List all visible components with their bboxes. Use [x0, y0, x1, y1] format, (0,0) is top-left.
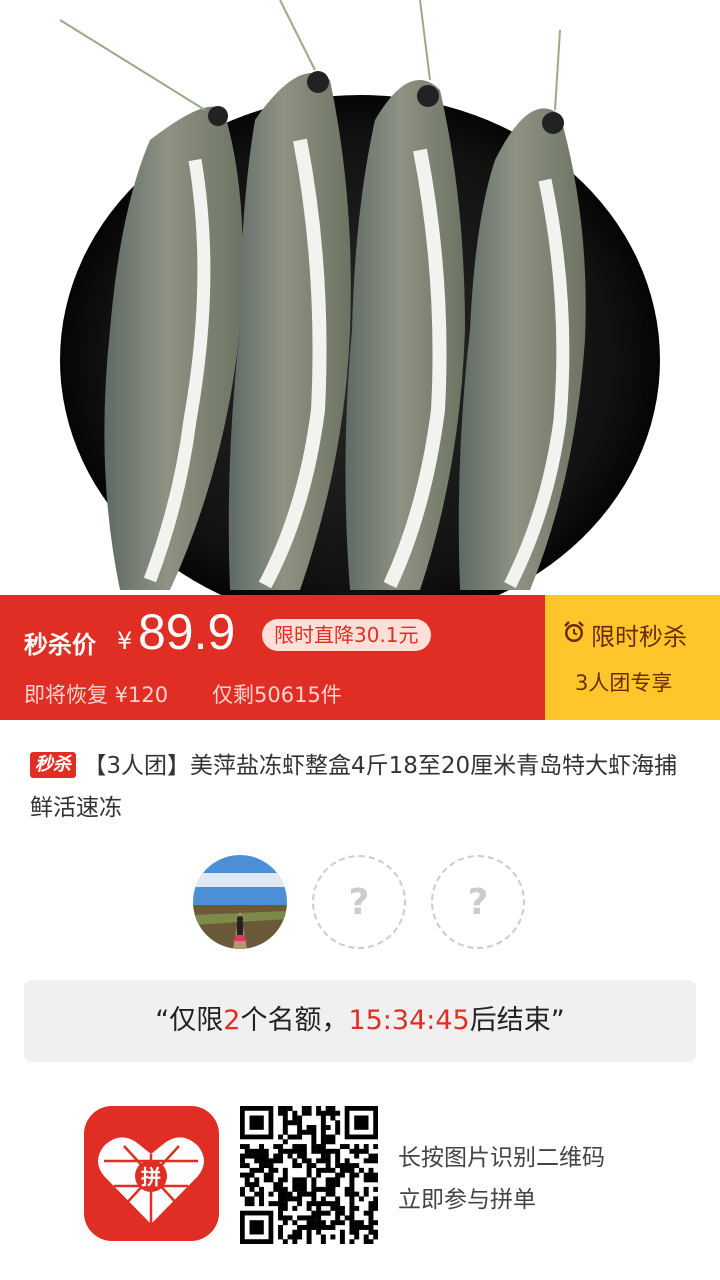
empty-member-slot: ?: [431, 855, 525, 949]
price-bar: 秒杀价 ¥ 89.9 限时直降30.1元 即将恢复 ¥120 仅剩50615件 …: [0, 595, 720, 720]
product-image: [0, 0, 720, 595]
flash-sale-title: 限时秒杀: [561, 617, 687, 652]
group-members: ? ?: [193, 855, 533, 951]
product-title-text: 【3人团】美萍盐冻虾整盒4斤18至20厘米青岛特大虾海捕鲜活速冻: [30, 753, 678, 821]
product-title: 秒杀 【3人团】美萍盐冻虾整盒4斤18至20厘米青岛特大虾海捕鲜活速冻: [30, 745, 690, 829]
price-section: 秒杀价 ¥ 89.9 限时直降30.1元 即将恢复 ¥120 仅剩50615件: [0, 595, 545, 720]
stock-remaining: 仅剩50615件: [212, 683, 342, 707]
avatar[interactable]: [193, 855, 287, 949]
qr-hint-line-2: 立即参与拼单: [398, 1187, 536, 1213]
group-exclusive-label: 3人团专享: [575, 671, 673, 695]
original-price-notice: 即将恢复 ¥120: [24, 683, 169, 707]
countdown-prefix: “仅限: [155, 1005, 224, 1036]
qr-code[interactable]: [240, 1106, 379, 1245]
countdown-suffix: 后结束”: [469, 1005, 565, 1036]
flash-sale-section: 限时秒杀 3人团专享: [545, 595, 720, 720]
countdown-timer: 15:34:45: [348, 1005, 470, 1036]
question-mark-icon: ?: [348, 881, 370, 923]
pinduoduo-logo: 拼: [84, 1106, 219, 1241]
slots-remaining: 2: [223, 1005, 241, 1036]
alarm-clock-icon: [561, 619, 587, 651]
sale-price: 89.9: [138, 604, 236, 660]
flash-sale-badge: 秒杀: [30, 752, 76, 778]
empty-member-slot: ?: [312, 855, 406, 949]
currency-symbol: ¥: [117, 627, 133, 655]
qr-hint-line-1: 长按图片识别二维码: [398, 1145, 605, 1171]
question-mark-icon: ?: [467, 881, 489, 923]
logo-character: 拼: [141, 1165, 161, 1189]
discount-tag: 限时直降30.1元: [262, 619, 431, 651]
sale-price-label: 秒杀价: [24, 631, 96, 659]
countdown-mid: 个名额，: [240, 1005, 349, 1036]
flash-sale-label: 限时秒杀: [591, 623, 687, 651]
countdown-banner: “仅限2个名额，15:34:45后结束”: [24, 980, 696, 1062]
